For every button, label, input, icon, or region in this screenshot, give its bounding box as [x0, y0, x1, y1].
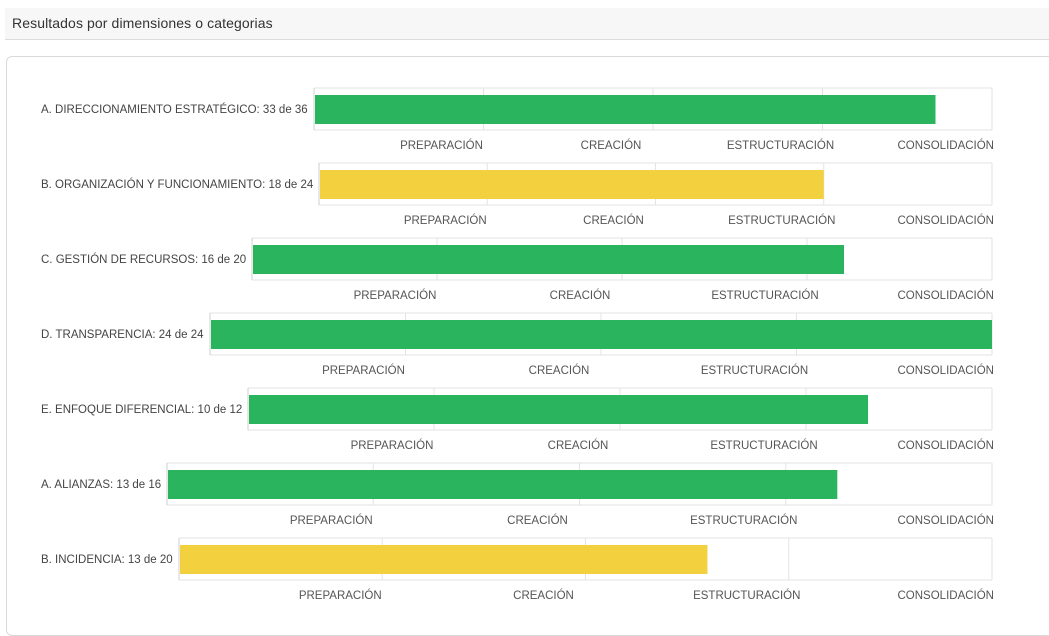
score-bar: [180, 545, 708, 574]
stage-tick-label: CONSOLIDACIÓN: [898, 439, 995, 452]
stage-tick-label: CONSOLIDACIÓN: [898, 289, 995, 302]
stage-tick-label: CONSOLIDACIÓN: [898, 589, 995, 602]
chart-row: E. ENFOQUE DIFERENCIAL: 10 de 12 PREPARAC…: [41, 387, 995, 452]
stage-tick-label: ESTRUCTURACIÓN: [690, 514, 797, 527]
stage-tick-label: PREPARACIÓN: [400, 139, 483, 152]
category-label: D. TRANSPARENCIA: 24 de 24: [41, 329, 204, 341]
category-label: B. INCIDENCIA: 13 de 20: [41, 554, 173, 566]
category-label: E. ENFOQUE DIFERENCIAL: 10 de 12: [41, 404, 242, 416]
score-bar: [168, 470, 838, 499]
stage-tick-label: ESTRUCTURACIÓN: [727, 139, 834, 152]
stage-tick-label: CREACIÓN: [529, 364, 590, 377]
chart-row: A. ALIANZAS: 13 de 16 PREPARACIÓN CREACIÓN…: [41, 462, 995, 527]
stage-tick-label: CONSOLIDACIÓN: [898, 214, 995, 227]
stage-tick-label: PREPARACIÓN: [299, 589, 382, 602]
category-label: A. DIRECCIONAMIENTO ESTRATÉGICO: 33 de 3…: [41, 103, 308, 116]
chart-row: C. GESTIÓN DE RECURSOS: 16 de 20 PREPARAC…: [41, 237, 995, 302]
category-label: B. ORGANIZACIÓN Y FUNCIONAMIENTO: 18 de …: [41, 178, 314, 191]
stage-tick-label: CONSOLIDACIÓN: [898, 514, 995, 527]
score-bar: [211, 320, 992, 349]
stage-tick-label: CONSOLIDACIÓN: [898, 364, 995, 377]
stage-tick-label: PREPARACIÓN: [322, 364, 405, 377]
stage-tick-label: CREACIÓN: [583, 214, 644, 227]
stage-tick-label: ESTRUCTURACIÓN: [728, 214, 835, 227]
results-chart: A. DIRECCIONAMIENTO ESTRATÉGICO: 33 de 3…: [41, 87, 995, 602]
stage-tick-label: CREACIÓN: [507, 514, 568, 527]
category-label: C. GESTIÓN DE RECURSOS: 16 de 20: [41, 253, 246, 266]
chart-row: D. TRANSPARENCIA: 24 de 24 PREPARACIÓN CRE…: [41, 312, 995, 377]
stage-tick-label: ESTRUCTURACIÓN: [710, 439, 817, 452]
stage-tick-label: CREACIÓN: [550, 289, 611, 302]
chart-row: B. INCIDENCIA: 13 de 20 PREPARACIÓN CREACI…: [41, 537, 995, 602]
stage-tick-label: ESTRUCTURACIÓN: [693, 589, 800, 602]
stage-tick-label: PREPARACIÓN: [354, 289, 437, 302]
stage-tick-label: CONSOLIDACIÓN: [898, 139, 995, 152]
stage-tick-label: CREACIÓN: [548, 439, 609, 452]
score-bar: [253, 245, 844, 274]
score-bar: [249, 395, 868, 424]
category-label: A. ALIANZAS: 13 de 16: [41, 479, 161, 491]
stage-tick-label: PREPARACIÓN: [290, 514, 373, 527]
stage-tick-label: PREPARACIÓN: [404, 214, 487, 227]
stage-tick-label: ESTRUCTURACIÓN: [711, 289, 818, 302]
stage-tick-label: ESTRUCTURACIÓN: [701, 364, 808, 377]
stage-tick-label: CREACIÓN: [513, 589, 574, 602]
stage-tick-label: CREACIÓN: [581, 139, 642, 152]
score-bar: [320, 170, 824, 199]
chart-row: A. DIRECCIONAMIENTO ESTRATÉGICO: 33 de 3…: [41, 87, 995, 152]
score-bar: [315, 95, 936, 124]
stage-tick-label: PREPARACIÓN: [351, 439, 434, 452]
chart-row: B. ORGANIZACIÓN Y FUNCIONAMIENTO: 18 de …: [41, 162, 995, 227]
